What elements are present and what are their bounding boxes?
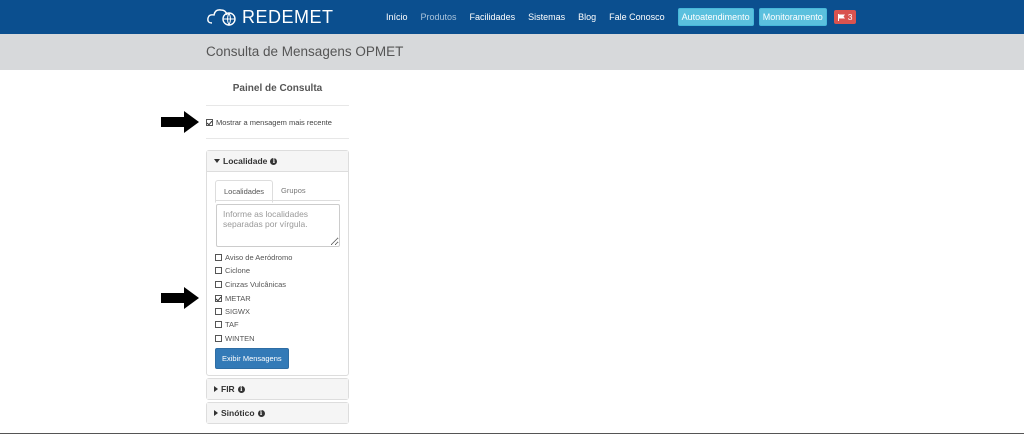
alerts-count: 3	[847, 12, 853, 22]
option-taf[interactable]: TAF	[215, 320, 239, 329]
option-metar[interactable]: METAR	[215, 294, 251, 303]
recent-checkbox[interactable]	[206, 119, 213, 126]
main-nav: Início Produtos Facilidades Sistemas Blo…	[386, 0, 857, 34]
localidade-panel: Localidade i Localidades Grupos Aviso de…	[206, 150, 349, 376]
checkbox[interactable]	[215, 267, 222, 274]
fir-panel: FIR i	[206, 378, 349, 400]
arrow-right-icon	[161, 287, 199, 309]
option-sigwx[interactable]: SIGWX	[215, 307, 250, 316]
autoatendimento-button[interactable]: Autoatendimento	[677, 8, 754, 26]
option-label: Aviso de Aeródromo	[225, 253, 293, 262]
option-label: SIGWX	[225, 307, 251, 316]
cloud-globe-icon	[207, 9, 236, 27]
option-label: TAF	[225, 320, 239, 329]
top-navbar: REDEMET Início Produtos Facilidades Sist…	[0, 0, 1024, 34]
option-aviso-aerodromo[interactable]: Aviso de Aeródromo	[215, 253, 292, 262]
divider	[206, 138, 349, 139]
checkbox[interactable]	[215, 335, 222, 342]
checkbox[interactable]	[215, 295, 222, 302]
nav-facilidades[interactable]: Facilidades	[470, 12, 516, 22]
flag-icon	[837, 13, 845, 21]
monitoramento-button[interactable]: Monitoramento	[758, 8, 827, 26]
nav-produtos[interactable]: Produtos	[421, 12, 457, 22]
localidades-input[interactable]	[216, 204, 340, 247]
option-label: Cinzas Vulcânicas	[225, 280, 286, 289]
exibir-mensagens-button[interactable]: Exibir Mensagens	[215, 348, 289, 369]
caret-down-icon	[214, 159, 220, 163]
fir-title: FIR	[221, 384, 235, 394]
sinotico-title: Sinótico	[221, 408, 255, 418]
option-ciclone[interactable]: Ciclone	[215, 266, 250, 275]
page-header: Consulta de Mensagens OPMET	[0, 34, 1024, 70]
sinotico-header[interactable]: Sinótico i	[207, 403, 348, 423]
info-icon[interactable]: i	[270, 157, 278, 165]
info-icon[interactable]: i	[257, 409, 265, 417]
localidade-title: Localidade	[223, 156, 268, 166]
checkbox[interactable]	[215, 321, 222, 328]
divider	[206, 105, 349, 106]
localidade-header[interactable]: Localidade i	[207, 151, 348, 172]
info-icon[interactable]: i	[237, 385, 245, 393]
brand-name: REDEMET	[242, 6, 334, 27]
sinotico-panel: Sinótico i	[206, 402, 349, 424]
tab-underline	[215, 200, 340, 201]
nav-inicio[interactable]: Início	[386, 12, 408, 22]
recent-message-option[interactable]: Mostrar a mensagem mais recente	[206, 118, 332, 127]
arrow-right-icon	[161, 111, 199, 133]
nav-fale-conosco[interactable]: Fale Conosco	[609, 12, 665, 22]
alerts-badge[interactable]: 3	[833, 10, 857, 24]
option-cinzas-vulcanicas[interactable]: Cinzas Vulcânicas	[215, 280, 286, 289]
panel-title: Painel de Consulta	[232, 83, 323, 94]
caret-right-icon	[214, 386, 218, 392]
recent-label: Mostrar a mensagem mais recente	[216, 118, 332, 127]
option-label: WINTEN	[225, 334, 255, 343]
page-title: Consulta de Mensagens OPMET	[206, 44, 404, 59]
nav-sistemas[interactable]: Sistemas	[528, 12, 565, 22]
brand-logo[interactable]: REDEMET	[206, 4, 334, 30]
checkbox[interactable]	[215, 281, 222, 288]
bottom-border	[0, 433, 1024, 434]
fir-header[interactable]: FIR i	[207, 379, 348, 399]
checkbox[interactable]	[215, 254, 222, 261]
option-label: METAR	[225, 294, 251, 303]
option-label: Ciclone	[225, 266, 251, 275]
option-winten[interactable]: WINTEN	[215, 334, 255, 343]
caret-right-icon	[214, 410, 218, 416]
nav-blog[interactable]: Blog	[578, 12, 596, 22]
checkbox[interactable]	[215, 308, 222, 315]
